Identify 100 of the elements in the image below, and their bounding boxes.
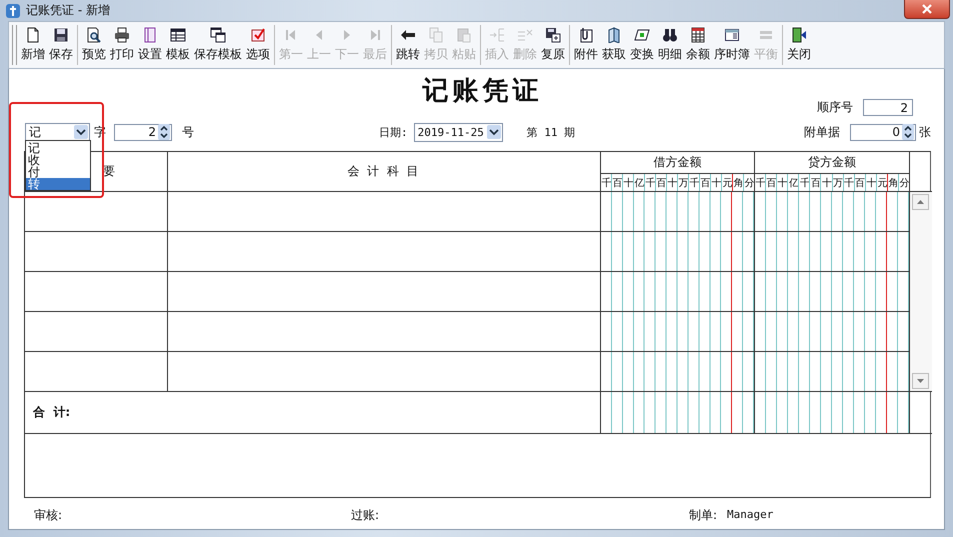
- toolbar-button[interactable]: 选项: [244, 23, 272, 67]
- toolbar-button[interactable]: 新增: [19, 23, 47, 67]
- scrollbar[interactable]: [910, 192, 932, 392]
- dropdown-option[interactable]: 付: [26, 166, 90, 178]
- posting-label: 过账:: [351, 507, 380, 524]
- type-dropdown[interactable]: 记: [25, 122, 90, 142]
- window-title: 记账凭证 - 新增: [26, 2, 110, 19]
- table-cell[interactable]: [25, 192, 168, 232]
- unit-label: 万: [832, 174, 844, 191]
- chevron-down-icon: [486, 125, 501, 139]
- unit-label: 十: [777, 174, 788, 191]
- spinner-arrows-icon: [158, 124, 170, 140]
- chevron-down-icon: [74, 125, 88, 139]
- toolbar-button[interactable]: 明细: [656, 23, 684, 67]
- unit-label: 百: [700, 174, 711, 191]
- table-cell[interactable]: [601, 192, 755, 232]
- unit-label: 角: [733, 174, 744, 191]
- toolbar-button[interactable]: 余额: [684, 23, 712, 67]
- unit-label: 千: [844, 174, 855, 191]
- door-icon: [791, 27, 807, 43]
- date-label: 日期:: [379, 124, 408, 140]
- checkbox-icon: [250, 27, 266, 43]
- delete-row-icon: [517, 27, 533, 43]
- unit-label: 亿: [634, 174, 645, 191]
- table-cell[interactable]: [601, 232, 755, 272]
- spinner-arrows-icon: [902, 124, 914, 140]
- reviewer-label: 审核:: [34, 507, 62, 524]
- card-icon: [634, 27, 650, 43]
- table-cell[interactable]: [755, 312, 910, 352]
- period-label: 第 11 期: [526, 124, 576, 140]
- dropdown-option[interactable]: 记: [26, 142, 90, 154]
- table-cell[interactable]: [168, 352, 601, 392]
- window-icon: [724, 27, 740, 43]
- copy-icon: [428, 27, 444, 43]
- close-icon: [922, 4, 932, 14]
- table-cell[interactable]: [25, 312, 168, 352]
- column-header: 贷方金额: [755, 152, 909, 174]
- dropdown-option[interactable]: 转: [26, 178, 90, 190]
- unit-label: 亿: [788, 174, 800, 191]
- close-button[interactable]: [904, 0, 950, 19]
- number-spinner[interactable]: 2: [114, 124, 172, 140]
- unit-label: 百: [656, 174, 667, 191]
- maker-label: 制单:: [689, 507, 718, 524]
- toolbar-button[interactable]: 附件: [572, 23, 600, 67]
- dropdown-option[interactable]: 收: [26, 154, 90, 166]
- toolbar-button[interactable]: 打印: [108, 23, 136, 67]
- unit-label: 分: [899, 176, 910, 190]
- insert-row-icon: [489, 27, 505, 43]
- table-cell[interactable]: [25, 272, 168, 312]
- attachments-label: 附单据: [804, 124, 840, 140]
- toolbar-button[interactable]: 获取: [600, 23, 628, 67]
- unit-label: 十: [667, 174, 678, 191]
- table-cell[interactable]: [601, 352, 755, 392]
- table-cell[interactable]: [168, 312, 601, 352]
- toolbar-button[interactable]: 预览: [80, 23, 108, 67]
- page-icon: [142, 27, 158, 43]
- table-cell[interactable]: [168, 272, 601, 312]
- table-cell[interactable]: [601, 312, 755, 352]
- table-cell[interactable]: [601, 272, 755, 312]
- toolbar-button[interactable]: 复原: [539, 23, 567, 67]
- attachments-spinner[interactable]: 0: [850, 124, 916, 140]
- toolbar-button[interactable]: 模板: [164, 23, 192, 67]
- book-icon: [606, 27, 622, 43]
- table-cell[interactable]: [755, 272, 910, 312]
- toolbar-button[interactable]: 序时簿: [712, 23, 752, 67]
- unit-label: 百: [810, 174, 822, 191]
- unit-label: 千: [755, 174, 766, 191]
- toolbar-button[interactable]: 保存模板: [192, 23, 244, 67]
- sequence-field[interactable]: 2: [863, 99, 913, 116]
- table-cell[interactable]: [168, 232, 601, 272]
- unit-label: 十: [711, 174, 722, 191]
- table-cell[interactable]: [755, 352, 910, 392]
- app-icon: [5, 2, 21, 18]
- unit-label: 百: [612, 174, 623, 191]
- unit-label: 千: [645, 174, 656, 191]
- toolbar-button[interactable]: 变换: [628, 23, 656, 67]
- toolbar-button[interactable]: 设置: [136, 23, 164, 67]
- unit-label: 万: [678, 174, 689, 191]
- attachments-unit: 张: [919, 124, 931, 140]
- clipboard-icon: [456, 27, 472, 43]
- unit-label: 元: [876, 174, 888, 191]
- table-cell[interactable]: [755, 192, 910, 232]
- floppy-disk-icon: [545, 27, 561, 43]
- sequence-label: 顺序号: [817, 99, 853, 116]
- table-cell[interactable]: [25, 232, 168, 272]
- unit-label: 百: [854, 174, 866, 191]
- maker-name: Manager: [727, 508, 774, 521]
- date-picker[interactable]: 2019-11-25: [414, 122, 503, 142]
- toolbar-button[interactable]: 保存: [47, 23, 75, 67]
- table-icon: [170, 27, 186, 43]
- table-cell[interactable]: [755, 232, 910, 272]
- printer-icon: [114, 27, 130, 43]
- windows-icon: [210, 27, 226, 43]
- toolbar-button[interactable]: 关闭: [785, 23, 813, 67]
- unit-label: 千: [689, 174, 700, 191]
- table-cell[interactable]: [25, 352, 168, 392]
- table-cell[interactable]: [168, 192, 601, 232]
- column-header: 会 计 科 目: [168, 152, 601, 192]
- toolbar-button[interactable]: 跳转: [394, 23, 422, 67]
- grid-icon: [690, 27, 706, 43]
